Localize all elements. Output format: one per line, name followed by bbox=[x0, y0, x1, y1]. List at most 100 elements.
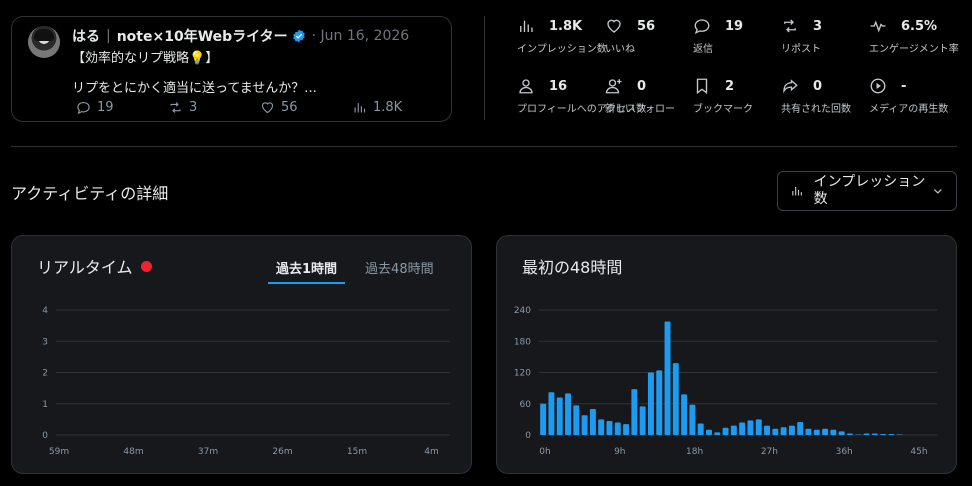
bar bbox=[697, 423, 704, 435]
bar bbox=[747, 420, 754, 435]
tweet-card[interactable]: はる | note×10年Webライター · Jun 16, 2026 【効率的… bbox=[11, 16, 452, 122]
chevron-down-icon bbox=[934, 189, 942, 194]
y-tick-label: 2 bbox=[42, 369, 48, 379]
bar bbox=[548, 392, 555, 435]
vertical-divider bbox=[484, 16, 485, 120]
bar bbox=[606, 420, 613, 435]
author-brand[interactable]: note×10年Webライター bbox=[117, 26, 288, 46]
metric-value: 19 bbox=[725, 18, 744, 34]
y-tick-label: 4 bbox=[42, 306, 48, 316]
bar bbox=[639, 406, 646, 435]
y-tick-label: 1 bbox=[42, 400, 48, 410]
reply-action[interactable]: 19 bbox=[76, 100, 168, 115]
tweet-text-line1: 【効率的なリプ戦略💡】 bbox=[72, 47, 218, 66]
bar bbox=[780, 427, 787, 435]
y-tick-label: 60 bbox=[520, 400, 532, 410]
reply-icon bbox=[77, 101, 90, 115]
repost-icon bbox=[784, 19, 796, 33]
bar bbox=[838, 431, 845, 435]
bar bbox=[755, 419, 762, 435]
verified-icon bbox=[292, 29, 305, 43]
x-tick-label: 27h bbox=[761, 447, 778, 457]
bar bbox=[855, 434, 862, 435]
bar bbox=[589, 408, 596, 435]
bar bbox=[540, 403, 547, 435]
bar bbox=[705, 429, 712, 435]
metric-label: リポスト bbox=[781, 44, 821, 55]
metric-reposts[interactable]: 3 リポスト bbox=[781, 16, 869, 56]
x-tick-label: 18h bbox=[686, 447, 703, 457]
metric-value: 0 bbox=[813, 78, 823, 94]
reply-icon bbox=[694, 19, 710, 35]
reply-count: 19 bbox=[97, 100, 114, 115]
bar bbox=[714, 432, 721, 435]
bar bbox=[813, 429, 820, 435]
first-48h-chart[interactable]: 0 60 120 180 240 0h 9h 18h 27h 36h 45h bbox=[497, 236, 958, 475]
pulse-icon bbox=[870, 20, 886, 33]
repost-count: 3 bbox=[189, 100, 198, 115]
bar bbox=[581, 415, 588, 435]
bar bbox=[822, 428, 829, 435]
author-name[interactable]: はる bbox=[72, 26, 100, 46]
metric-shares[interactable]: 0 共有された回数 bbox=[781, 76, 869, 116]
metric-new-follows[interactable]: 0 新しいフォロー bbox=[605, 76, 693, 116]
metric-profile-visits[interactable]: 16 プロフィールへのアクセス数 bbox=[517, 76, 646, 116]
horizontal-divider bbox=[11, 146, 957, 147]
bar bbox=[573, 405, 580, 435]
repost-action[interactable]: 3 bbox=[168, 100, 260, 115]
avatar[interactable] bbox=[28, 26, 60, 58]
first-48h-panel: 最初の48時間 0 60 120 180 240 0h 9h 18h 27h 36h 45h bbox=[496, 235, 957, 474]
bar bbox=[681, 394, 688, 435]
bar bbox=[722, 427, 729, 435]
metric-bookmarks[interactable]: 2 ブックマーク bbox=[693, 76, 781, 116]
bar bbox=[896, 434, 903, 435]
bar bbox=[647, 372, 654, 435]
y-tick-label: 0 bbox=[525, 431, 531, 441]
metric-label: 共有された回数 bbox=[781, 104, 851, 115]
bar bbox=[863, 433, 870, 435]
metric-likes[interactable]: 56 いいね bbox=[605, 16, 693, 56]
metric-replies[interactable]: 19 返信 bbox=[693, 16, 781, 56]
metric-value: 6.5% bbox=[901, 18, 938, 34]
bar bbox=[631, 389, 638, 435]
x-tick-label: 48m bbox=[123, 447, 143, 457]
bar bbox=[623, 424, 630, 435]
name-separator: | bbox=[106, 28, 111, 44]
bar-chart-icon bbox=[354, 103, 366, 113]
realtime-chart: 0 1 2 3 4 59m 48m 37m 26m 15m 4m bbox=[42, 306, 450, 457]
metric-media-views[interactable]: - メディアの再生数 bbox=[869, 76, 957, 116]
bar bbox=[556, 397, 563, 435]
x-tick-label: 37m bbox=[198, 447, 218, 457]
x-tick-label: 59m bbox=[49, 447, 69, 457]
play-icon bbox=[870, 78, 886, 94]
y-tick-label: 120 bbox=[514, 369, 531, 379]
metric-label: いいね bbox=[605, 44, 635, 55]
bar bbox=[664, 321, 671, 435]
views-action[interactable]: 1.8K bbox=[352, 100, 444, 115]
profile-icon bbox=[519, 79, 533, 94]
repost-icon bbox=[170, 102, 181, 113]
lightbulb-icon: 💡 bbox=[189, 51, 206, 66]
metric-value: - bbox=[901, 78, 907, 94]
tweet-date[interactable]: · Jun 16, 2026 bbox=[312, 28, 410, 44]
metric-value: 1.8K bbox=[549, 18, 583, 34]
metric-engagement-rate[interactable]: 6.5% エンゲージメント率 bbox=[869, 16, 959, 56]
bookmark-icon bbox=[696, 78, 708, 95]
tweet-date-text: Jun 16, 2026 bbox=[320, 28, 410, 44]
metric-impressions[interactable]: 1.8K インプレッション数 bbox=[517, 16, 607, 56]
like-count: 56 bbox=[281, 100, 298, 115]
bar bbox=[598, 419, 605, 435]
tweet-text-line1-end: 】 bbox=[205, 51, 219, 66]
x-tick-label: 0h bbox=[539, 447, 550, 457]
bar bbox=[805, 428, 812, 435]
metric-label: メディアの再生数 bbox=[869, 104, 949, 115]
bar bbox=[614, 422, 621, 435]
metric-value: 0 bbox=[637, 78, 647, 94]
y-tick-label: 3 bbox=[42, 337, 48, 347]
bar bbox=[797, 421, 804, 435]
metric-value: 2 bbox=[725, 78, 735, 94]
metric-select-dropdown[interactable]: インプレッション数 bbox=[777, 171, 957, 211]
like-action[interactable]: 56 bbox=[260, 100, 352, 115]
heart-icon bbox=[607, 19, 621, 33]
bar bbox=[689, 404, 696, 435]
